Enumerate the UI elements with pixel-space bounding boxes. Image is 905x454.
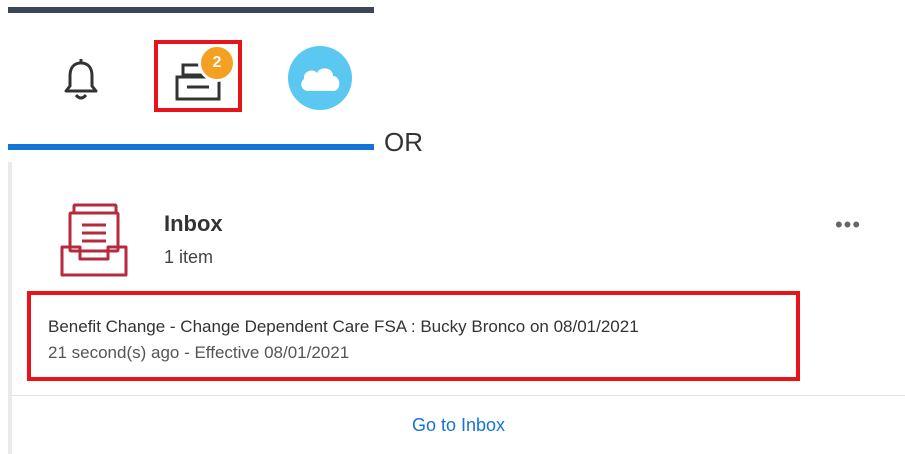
more-options-button[interactable]: ••• <box>830 212 866 237</box>
or-divider-label: OR <box>384 127 423 157</box>
cloud-avatar-icon <box>301 68 340 91</box>
avatar[interactable] <box>288 46 352 110</box>
inbox-item-subtitle: 21 second(s) ago - Effective 08/01/2021 <box>48 343 350 362</box>
inbox-button[interactable]: 2 <box>154 40 242 112</box>
active-indicator-bar <box>8 144 374 150</box>
panel-border <box>8 162 12 454</box>
notifications-button[interactable] <box>56 55 106 105</box>
bell-icon <box>64 59 98 100</box>
footer-divider <box>12 395 905 396</box>
inbox-item-title[interactable]: Benefit Change - Change Dependent Care F… <box>48 317 639 337</box>
go-to-inbox-link[interactable]: Go to Inbox <box>412 415 505 436</box>
inbox-badge: 2 <box>198 44 236 82</box>
inbox-stack-icon <box>60 203 128 279</box>
header-icon-group: 2 <box>0 0 380 150</box>
inbox-item-count: 1 item <box>164 247 214 267</box>
inbox-title: Inbox <box>164 211 223 236</box>
